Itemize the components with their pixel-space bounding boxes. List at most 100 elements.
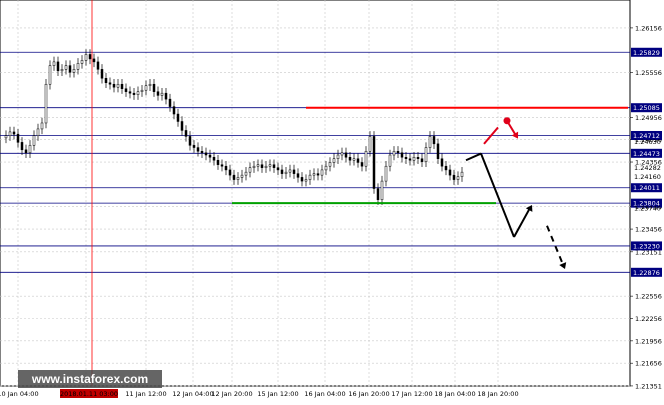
candle-body [396, 151, 400, 154]
candle-body [68, 65, 72, 73]
candle-body [448, 169, 452, 176]
price-tick-label: 1.21351 [635, 382, 662, 390]
candle-body [148, 83, 152, 86]
price-tick-label: 1.21656 [635, 360, 662, 368]
candle-body [352, 158, 356, 161]
candle-body [348, 157, 352, 161]
candle-body [108, 82, 112, 85]
candle-body [140, 89, 144, 92]
candle-body [404, 157, 408, 159]
candle-body [412, 157, 416, 161]
candle-body [220, 164, 224, 167]
candle-body [48, 65, 52, 85]
price-tick-label: 1.22256 [635, 315, 662, 323]
candle-body [196, 147, 200, 152]
forex-chart[interactable]: 1.261561.255561.249561.246561.243561.237… [0, 0, 664, 400]
candle-body [52, 61, 56, 66]
candle-body [136, 91, 140, 95]
level-label: 1.24011 [633, 184, 660, 192]
time-tick-label: 16 Jan 20:00 [348, 390, 389, 398]
candle-body [184, 130, 188, 137]
candle-body [32, 135, 36, 146]
candle-body [416, 157, 420, 159]
candle-body [444, 165, 448, 171]
time-tick-label: 18 Jan 04:00 [434, 390, 475, 398]
price-tick-label: 1.26156 [635, 24, 662, 32]
candle-body [436, 143, 440, 159]
candle-body [388, 154, 392, 167]
candle-body [312, 173, 316, 176]
candle-body [324, 165, 328, 171]
candle-body [128, 91, 132, 94]
candle-body [144, 85, 148, 91]
candle-body [384, 165, 388, 182]
candle-body [116, 83, 120, 88]
candle-body [316, 173, 320, 176]
candle-body [344, 152, 348, 158]
candle-body [236, 177, 240, 180]
price-tick-label: 1.24956 [635, 114, 662, 122]
candle-body [16, 133, 20, 143]
candle-body [72, 69, 76, 73]
candle-body [424, 147, 428, 162]
level-label: 1.23230 [633, 242, 660, 250]
candle-body [460, 171, 464, 177]
candle-body [28, 145, 32, 154]
candle-body [12, 131, 16, 135]
price-marker-label: 1.24160 [634, 173, 661, 181]
candle-body [56, 61, 60, 72]
plot-frame [0, 0, 631, 387]
candle-body [452, 174, 456, 180]
candle-body [40, 122, 44, 130]
time-tick-label: 18 Jan 20:00 [477, 390, 518, 398]
level-label: 1.22876 [633, 269, 660, 277]
candle-body [168, 98, 172, 107]
candle-body [244, 171, 248, 176]
candle-body [204, 152, 208, 156]
candle-body [152, 83, 156, 92]
candle-body [456, 176, 460, 180]
candle-body [432, 136, 436, 145]
chart-canvas[interactable]: 1.261561.255561.249561.246561.243561.237… [0, 0, 664, 400]
candle-body [296, 173, 300, 178]
candle-body [160, 92, 164, 96]
candle-body [380, 180, 384, 200]
candle-body [24, 149, 28, 154]
candle-body [36, 128, 40, 136]
candle-body [104, 78, 108, 83]
candle-body [192, 145, 196, 148]
candle-body [200, 151, 204, 154]
candle-body [120, 83, 124, 89]
candle-body [212, 157, 216, 161]
candle-body [60, 69, 64, 72]
candle-body [164, 92, 168, 100]
candle-body [320, 169, 324, 176]
candle-body [44, 83, 48, 124]
level-label: 1.25085 [633, 104, 660, 112]
candle-body [392, 151, 396, 156]
candle-body [276, 167, 280, 171]
candle-body [364, 151, 368, 167]
candle-body [356, 158, 360, 163]
time-tick-label: 12 Jan 20:00 [211, 390, 252, 398]
candle-body [216, 159, 220, 165]
candle-body [124, 88, 128, 92]
candle-body [360, 162, 364, 167]
candle-body [8, 131, 12, 136]
candle-body [84, 54, 88, 61]
candle-body [4, 135, 8, 139]
candle-body [112, 83, 116, 88]
watermark-text: www.instaforex.com [31, 372, 148, 386]
candle-body [252, 165, 256, 168]
candle-body [224, 165, 228, 171]
candle-body [272, 164, 276, 168]
candle-body [292, 169, 296, 174]
price-tick-label: 1.25556 [635, 69, 662, 77]
candle-body [132, 92, 136, 95]
candle-body [400, 152, 404, 158]
chart-grid [0, 0, 631, 387]
candle-body [20, 142, 24, 151]
time-tick-label: 17 Jan 12:00 [391, 390, 432, 398]
candle-body [376, 188, 380, 200]
candle-body [176, 113, 180, 122]
